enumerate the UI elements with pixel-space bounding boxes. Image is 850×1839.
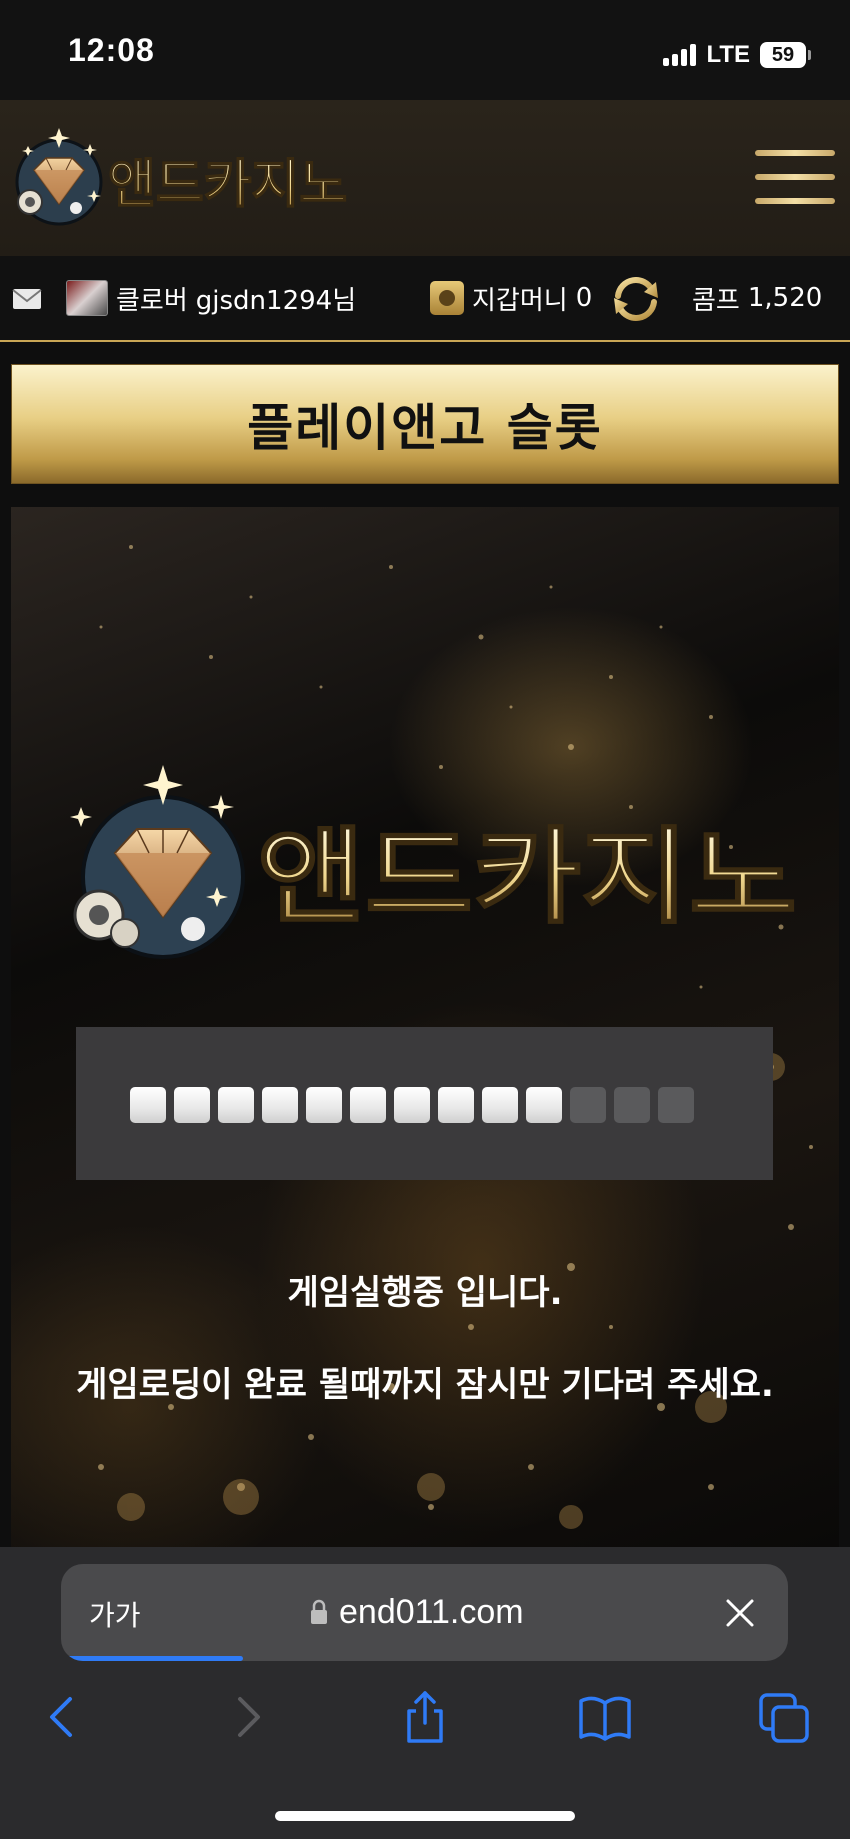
progress-block-filled (262, 1087, 298, 1123)
page-load-progress (61, 1656, 788, 1661)
safe-icon (430, 281, 464, 315)
site-header: 앤드카지노 (0, 100, 850, 256)
status-time: 12:08 (68, 32, 155, 68)
user-profile[interactable]: 클로버 gjsdn1294님 (66, 256, 356, 340)
reader-settings-button[interactable]: 가가 (89, 1594, 141, 1634)
progress-block-filled (306, 1087, 342, 1123)
site-logo-text: 앤드카지노 (108, 155, 347, 215)
comp-amount: 1,520 (747, 283, 823, 313)
progress-block-empty (570, 1087, 606, 1123)
progress-block-filled (218, 1087, 254, 1123)
home-indicator (275, 1811, 575, 1821)
progress-block-filled (350, 1087, 386, 1123)
comp-label: 콤프 (692, 285, 740, 316)
progress-block-filled (394, 1087, 430, 1123)
wallet-info[interactable]: 지갑머니 0 (430, 256, 592, 340)
site-logo[interactable]: 앤드카지노 (14, 128, 394, 232)
loading-progress-box (76, 1027, 773, 1180)
battery-icon: 59 (760, 42, 811, 68)
lock-icon (311, 1599, 327, 1624)
browser-toolbar (0, 1687, 850, 1777)
tabs-icon[interactable] (755, 1687, 815, 1747)
loading-message: 게임실행중 입니다. (287, 1273, 563, 1313)
progress-block-empty (658, 1087, 694, 1123)
mail-icon[interactable] (12, 288, 42, 310)
comp-info: 콤프 1,520 (692, 256, 822, 340)
status-bar: 12:08 LTE 59 (0, 0, 850, 100)
stop-loading-icon[interactable] (725, 1598, 755, 1628)
avatar (66, 280, 108, 316)
page: 12:08 LTE 59 앤드카지노 클로버 gjsdn1294님 지갑머니 0… (0, 0, 850, 1839)
user-level: 클로버 (116, 285, 188, 316)
hamburger-icon[interactable] (755, 150, 835, 208)
url-display[interactable]: end011.com (309, 1588, 524, 1636)
signal-icon (663, 44, 697, 66)
progress-block-empty (614, 1087, 650, 1123)
bookmarks-icon[interactable] (575, 1687, 635, 1747)
loading-instruction: 게임로딩이 완료 될때까지 잠시만 기다려 주세요. (76, 1365, 774, 1405)
wallet-amount: 0 (575, 283, 593, 313)
progress-block-filled (174, 1087, 210, 1123)
game-title-banner: 플레이앤고 슬롯 (11, 364, 839, 484)
casino-logo-text: 앤드카지노 (257, 816, 797, 938)
network-type: LTE (706, 41, 750, 68)
user-info-bar: 클로버 gjsdn1294님 지갑머니 0 콤프 1,520 (0, 256, 850, 342)
progress-block-filled (438, 1087, 474, 1123)
refresh-icon[interactable] (608, 270, 664, 326)
progress-block-filled (130, 1087, 166, 1123)
progress-block-filled (526, 1087, 562, 1123)
browser-chrome: 가가 end011.com (0, 1547, 850, 1839)
wallet-label: 지갑머니 (472, 285, 568, 316)
progress-block-filled (482, 1087, 518, 1123)
casino-logo: 앤드카지노 (70, 765, 798, 959)
game-loading-panel: 앤드카지노 게임실행중 입니다. 게임로딩이 완료 될때까지 잠시만 기다려 주… (11, 507, 839, 1547)
url-text: end011.com (339, 1592, 524, 1631)
loading-blocks (130, 1087, 694, 1123)
share-icon[interactable] (395, 1687, 455, 1747)
page-load-progress-fill (61, 1656, 243, 1661)
back-icon[interactable] (34, 1687, 94, 1747)
forward-icon[interactable] (216, 1687, 276, 1747)
status-indicators: LTE 59 (663, 38, 811, 72)
username: gjsdn1294님 (195, 285, 357, 316)
address-bar[interactable]: 가가 end011.com (61, 1564, 788, 1661)
